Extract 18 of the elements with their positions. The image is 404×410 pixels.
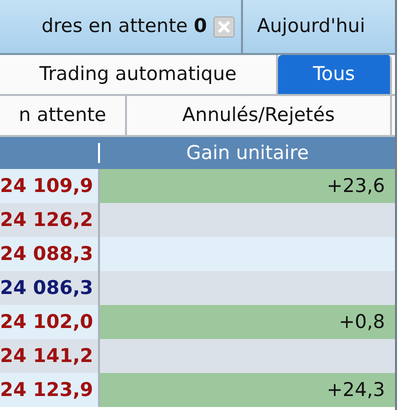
filter-tab[interactable]: Annulés/Rejetés	[127, 96, 392, 135]
table-cell: 24 102,0	[0, 305, 100, 339]
close-icon[interactable]	[213, 16, 235, 38]
filter-tab[interactable]: n attente	[0, 96, 127, 135]
table-cell: 24 086,3	[0, 271, 100, 305]
table-cell: +24,3	[100, 373, 395, 407]
tab[interactable]: dres en attente 0	[0, 0, 243, 53]
table-cell: 24 126,2	[0, 203, 100, 237]
table-cell: 24 123,9	[0, 373, 100, 407]
table-cell: 24 141,2	[0, 339, 100, 373]
filter-tab[interactable]: Tous	[278, 55, 392, 94]
table-cell: +0,8	[100, 305, 395, 339]
table-cell: 24 109,9	[0, 169, 100, 203]
table-cell: 24 088,3	[0, 237, 100, 271]
tab[interactable]: Aujourd'hui	[243, 0, 395, 53]
column-header: Gain unitaire	[185, 140, 310, 166]
filter-tab[interactable]: Trading automatique	[0, 55, 278, 94]
table-cell: +23,6	[100, 169, 395, 203]
